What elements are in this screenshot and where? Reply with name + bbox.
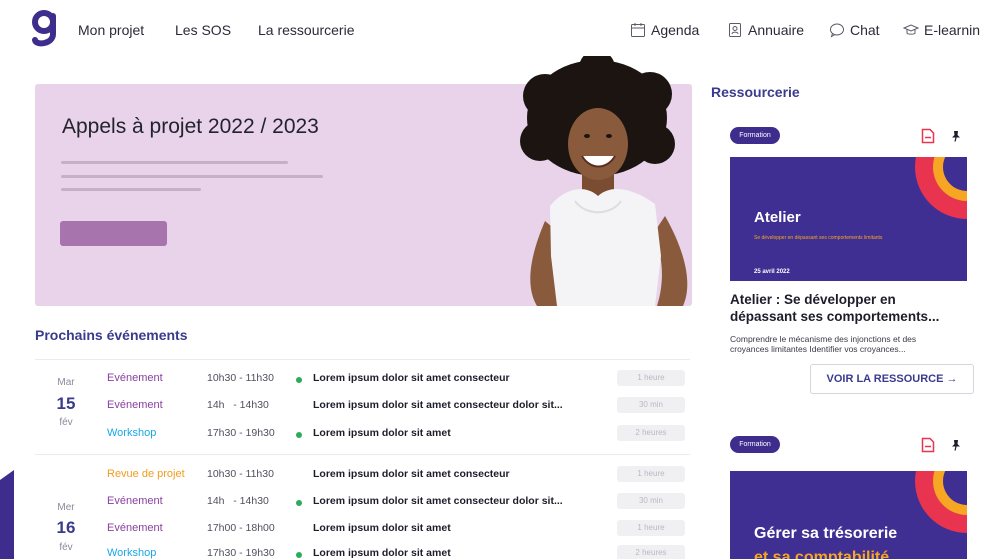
card-image-decoration [915,471,967,533]
event-row[interactable]: Workshop 17h30 - 19h30 Lorem ipsum dolor… [0,545,700,559]
event-type: Evénement [107,522,163,534]
event-title: Lorem ipsum dolor sit amet consecteur [313,468,510,480]
status-dot [296,500,302,506]
nav-mon-projet[interactable]: Mon projet [78,22,144,38]
event-title: Lorem ipsum dolor sit amet consecteur do… [313,495,563,507]
card-image-title: Atelier [754,209,801,226]
pin-icon[interactable] [951,130,961,142]
document-icon[interactable] [921,128,935,144]
hero-title: Appels à projet 2022 / 2023 [62,115,319,138]
event-type: Workshop [107,427,157,439]
card-image-subtitle: et sa comptabilité [754,549,890,559]
pin-icon[interactable] [951,439,961,451]
event-title: Lorem ipsum dolor sit amet [313,547,451,559]
event-time: 14h - 14h30 [207,495,269,507]
event-title: Lorem ipsum dolor sit amet consecteur [313,372,510,384]
card-description: croyances limitantes Identifier vos croy… [730,344,906,354]
event-row[interactable]: Revue de projet 10h30 - 11h30 Lorem ipsu… [0,466,700,488]
card-tag: Formation [730,436,780,453]
event-duration: 2 heures [617,545,685,559]
card-description: Comprendre le mécanisme des injonctions … [730,334,917,344]
top-bar: Mon projet Les SOS La ressourcerie Agend… [0,0,983,60]
event-row[interactable]: Workshop 17h30 - 19h30 Lorem ipsum dolor… [0,425,700,447]
graduation-cap-icon [903,24,919,35]
tool-chat[interactable]: Chat [829,22,880,38]
event-type: Evénement [107,372,163,384]
hero-portrait-image [520,56,688,306]
event-time: 17h00 - 18h00 [207,522,275,534]
calendar-icon [631,23,645,37]
event-time: 10h30 - 11h30 [207,372,274,384]
events-divider [35,359,690,360]
tool-elearning[interactable]: E-learnin [903,22,980,38]
event-title: Lorem ipsum dolor sit amet [313,522,451,534]
event-type: Evénement [107,399,163,411]
card-image-subtitle: Se développer en dépassant ses comportem… [754,235,883,241]
document-icon[interactable] [921,437,935,453]
event-type: Revue de projet [107,468,185,480]
status-dot [296,432,302,438]
event-duration: 2 heures [617,425,685,441]
hero-text-placeholder [61,188,201,191]
tool-chat-label: Chat [850,22,880,38]
event-duration: 30 min [617,397,685,413]
event-title: Lorem ipsum dolor sit amet [313,427,451,439]
tool-elearning-label: E-learnin [924,22,981,38]
event-time: 10h30 - 11h30 [207,468,274,480]
nav-la-ressourcerie[interactable]: La ressourcerie [258,22,355,38]
event-duration: 1 heure [617,370,685,386]
card-image-title: Gérer sa trésorerie [754,525,898,542]
event-row[interactable]: Evénement 14h - 14h30 Lorem ipsum dolor … [0,493,700,515]
status-dot [296,377,302,383]
events-section-title: Prochains événements [35,327,188,343]
tool-annuaire[interactable]: Annuaire [727,22,804,38]
card-tag: Formation [730,127,780,144]
event-row[interactable]: Evénement 17h00 - 18h00 Lorem ipsum dolo… [0,520,700,542]
decorative-corner [0,470,14,559]
card-image[interactable]: Gérer sa trésorerie et sa comptabilité [730,471,967,559]
event-title: Lorem ipsum dolor sit amet consecteur do… [313,399,563,411]
brand-logo[interactable] [30,10,58,50]
event-row[interactable]: Evénement 10h30 - 11h30 Lorem ipsum dolo… [0,370,700,392]
ressourcerie-section-title: Ressourcerie [711,84,800,100]
directory-icon [729,23,741,37]
tool-agenda-label: Agenda [651,22,700,38]
hero-cta-button[interactable] [60,221,167,246]
tool-annuaire-label: Annuaire [748,22,805,38]
nav-les-sos[interactable]: Les SOS [175,22,231,38]
events-divider [35,454,690,455]
status-dot [296,552,302,558]
card-image[interactable]: Atelier Se développer en dépassant ses c… [730,157,967,281]
event-row[interactable]: Evénement 14h - 14h30 Lorem ipsum dolor … [0,397,700,419]
event-time: 17h30 - 19h30 [207,547,275,559]
event-duration: 1 heure [617,466,685,482]
event-duration: 30 min [617,493,685,509]
event-type: Evénement [107,495,163,507]
card-title[interactable]: dépassant ses comportements... [730,308,975,325]
card-title[interactable]: Atelier : Se développer en [730,291,975,308]
hero-text-placeholder [61,161,288,164]
event-duration: 1 heure [617,520,685,536]
event-type: Workshop [107,547,157,559]
chat-icon [830,23,844,38]
event-time: 17h30 - 19h30 [207,427,275,439]
event-time: 14h - 14h30 [207,399,269,411]
card-image-date: 25 avril 2022 [754,269,790,275]
hero-text-placeholder [61,175,323,178]
view-resource-button[interactable]: VOIR LA RESSOURCE → [810,364,974,394]
tool-agenda[interactable]: Agenda [630,22,699,38]
